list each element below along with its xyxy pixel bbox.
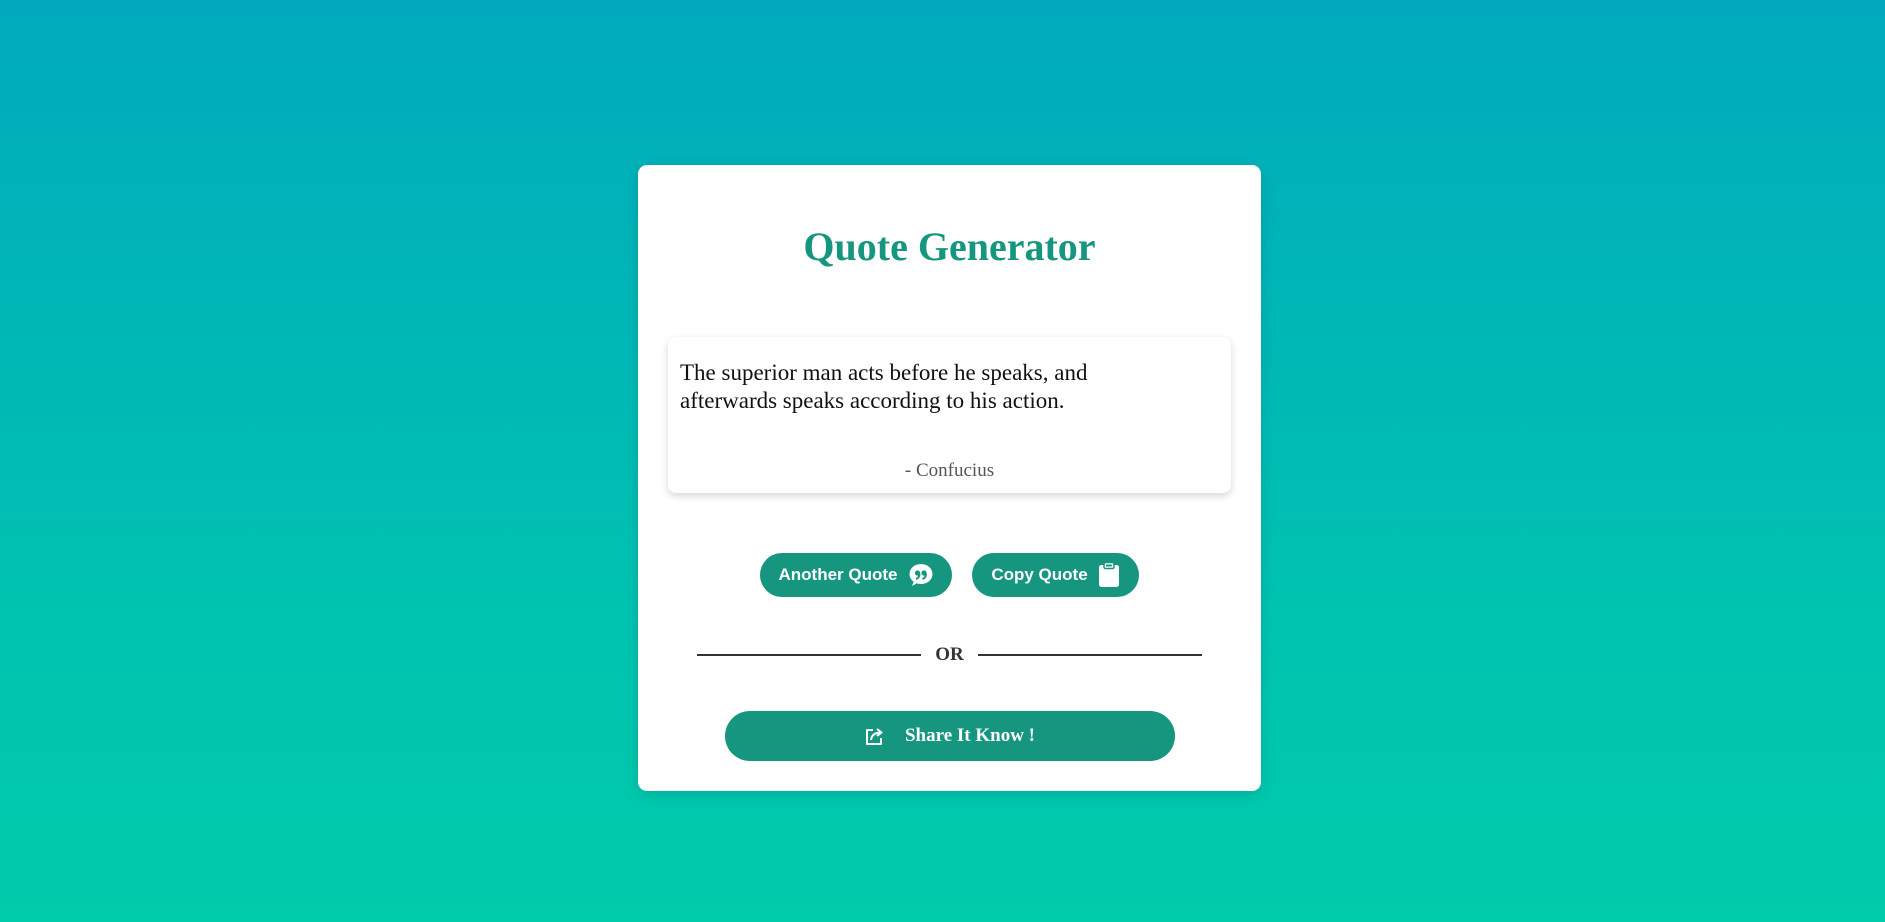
another-quote-button[interactable]: Another Quote [760,553,952,597]
share-button[interactable]: Share It Know ! [725,711,1175,761]
divider-line-right [977,654,1202,656]
or-label: OR [935,644,964,665]
copy-quote-button[interactable]: Copy Quote [972,553,1139,597]
clipboard-icon [1098,562,1120,588]
or-divider: OR [697,643,1202,667]
quote-text: The superior man acts before he speaks, … [680,360,1088,413]
page-title: Quote Generator [803,224,1096,269]
quote-author: - Confucius [904,460,995,481]
quote-bubble-icon [908,563,934,587]
share-icon [865,727,885,745]
quote-box: The superior man acts before he speaks, … [668,337,1231,493]
copy-quote-label: Copy Quote [991,565,1088,584]
quote-card: Quote Generator The superior man acts be… [638,165,1261,791]
divider-line-left [697,654,922,656]
another-quote-label: Another Quote [778,565,898,584]
share-label: Share It Know ! [904,725,1036,746]
